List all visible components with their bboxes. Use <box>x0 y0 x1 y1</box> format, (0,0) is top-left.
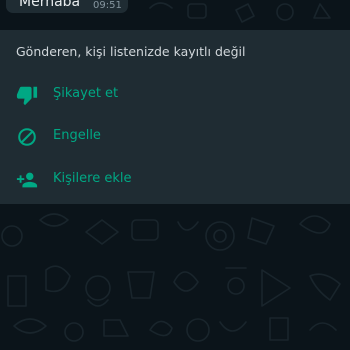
unknown-sender-panel: Gönderen, kişi listenizde kayıtlı değil … <box>0 30 350 204</box>
message-timestamp: 09:51 <box>93 0 122 11</box>
report-label: Şikayet et <box>53 86 119 101</box>
block-button[interactable]: Engelle <box>0 116 350 156</box>
message-text: Merhaba <box>19 0 81 10</box>
thumbs-down-icon <box>16 86 38 106</box>
unknown-sender-notice: Gönderen, kişi listenizde kayıtlı değil <box>16 44 246 59</box>
chat-screen: Merhaba 09:51 Gönderen, kişi listenizde … <box>0 0 350 350</box>
add-to-contacts-label: Kişilere ekle <box>53 171 132 186</box>
block-icon <box>18 128 36 146</box>
add-person-icon <box>16 172 38 188</box>
block-label: Engelle <box>53 128 101 143</box>
report-button[interactable]: Şikayet et <box>0 74 350 114</box>
add-to-contacts-button[interactable]: Kişilere ekle <box>0 159 350 199</box>
